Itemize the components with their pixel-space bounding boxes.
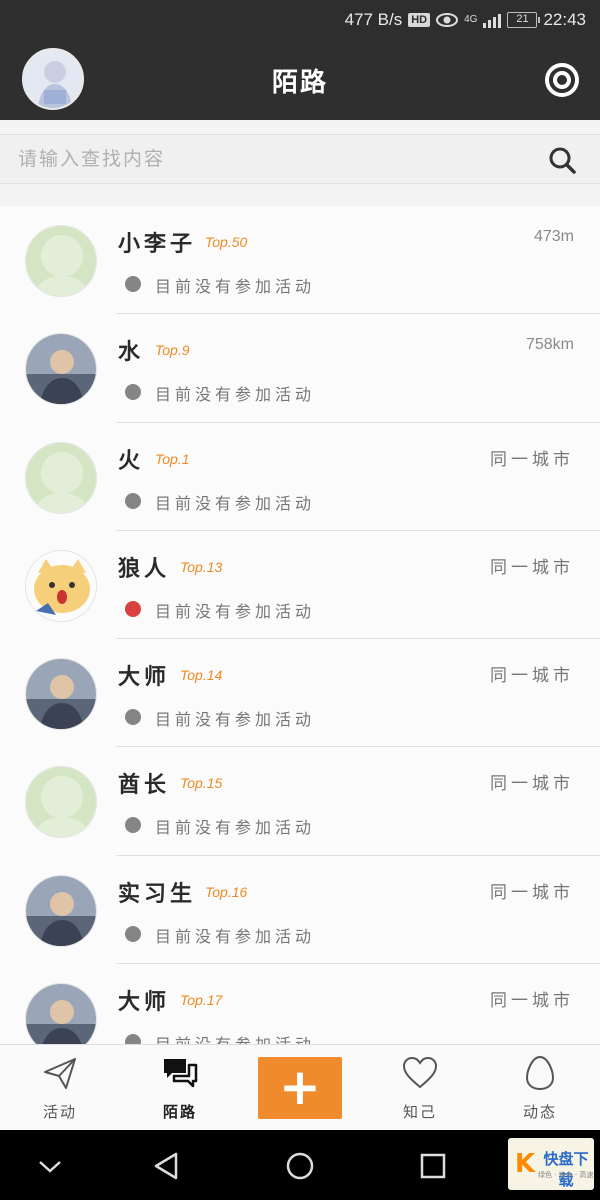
user-name: 火 bbox=[118, 447, 145, 474]
user-rank: Top.14 bbox=[180, 667, 223, 684]
status-indicators: 477 B/s HD 4G 21 22:43 bbox=[345, 0, 586, 40]
user-rank: Top.1 bbox=[155, 450, 190, 467]
user-distance: 同一城市 bbox=[490, 557, 574, 578]
user-rank: Top.15 bbox=[180, 775, 223, 792]
user-list-item[interactable]: 火 Top.1 同一城市目前没有参加活动 bbox=[0, 423, 600, 531]
search-icon[interactable] bbox=[548, 146, 576, 174]
user-name: 大师 bbox=[118, 989, 171, 1016]
back-triangle-icon[interactable] bbox=[149, 1148, 185, 1184]
tab-activity[interactable]: 活动 bbox=[0, 1045, 120, 1131]
user-name: 狼人 bbox=[118, 555, 171, 582]
egg-icon bbox=[525, 1055, 555, 1091]
home-circle-icon[interactable] bbox=[282, 1148, 318, 1184]
user-activity-status: 目前没有参加活动 bbox=[155, 277, 316, 296]
status-dot bbox=[125, 817, 141, 834]
user-avatar[interactable] bbox=[25, 658, 97, 731]
status-dot bbox=[125, 492, 141, 509]
status-dot bbox=[125, 925, 141, 942]
user-activity-status: 目前没有参加活动 bbox=[155, 601, 316, 621]
user-list-item[interactable]: 水 Top.9 758km 目前没有参加活动 bbox=[0, 314, 600, 423]
user-list-item[interactable]: 小李子 Top.50 473m 目前没有参加活动 bbox=[0, 206, 600, 315]
tab-activity-label: 活动 bbox=[42, 1103, 77, 1121]
signal-icon bbox=[483, 12, 502, 28]
app-header: 陌路 bbox=[0, 40, 600, 120]
user-rank: Top.50 bbox=[205, 234, 248, 250]
user-distance: 473m bbox=[533, 228, 574, 245]
user-rank: Top.9 bbox=[155, 342, 190, 359]
tab-friends[interactable]: 知己 bbox=[360, 1045, 480, 1131]
status-dot bbox=[125, 709, 141, 726]
search-input[interactable] bbox=[18, 135, 518, 183]
user-distance: 同一城市 bbox=[490, 666, 574, 687]
user-activity-status: 目前没有参加活动 bbox=[155, 493, 316, 513]
user-name: 实习生 bbox=[118, 880, 197, 907]
watermark-sub: 绿色 · 安全 · 高速 bbox=[538, 1171, 594, 1179]
tab-moments-label: 动态 bbox=[522, 1103, 557, 1121]
user-distance: 同一城市 bbox=[490, 991, 574, 1012]
user-activity-status: 目前没有参加活动 bbox=[155, 385, 316, 405]
user-name: 小李子 bbox=[118, 231, 197, 257]
bottom-nav: 活动 陌路 + 知己 动态 bbox=[0, 1044, 600, 1130]
user-avatar[interactable] bbox=[25, 874, 97, 947]
battery-icon: 21 bbox=[507, 12, 541, 28]
network-type: 4G bbox=[464, 14, 478, 25]
chevron-down-icon[interactable] bbox=[32, 1148, 68, 1184]
target-icon[interactable] bbox=[544, 62, 580, 98]
user-distance: 758km bbox=[525, 336, 574, 354]
user-list-item[interactable]: 狼人 Top.13 同一城市目前没有参加活动 bbox=[0, 531, 600, 640]
user-avatar[interactable] bbox=[25, 441, 97, 514]
user-avatar[interactable] bbox=[25, 549, 97, 622]
status-bar: 477 B/s HD 4G 21 22:43 bbox=[0, 0, 600, 40]
status-dot bbox=[125, 384, 141, 401]
clock: 22:43 bbox=[543, 10, 586, 29]
chat-bubbles-icon bbox=[164, 1059, 198, 1088]
user-list-item[interactable]: 实习生 Top.16 同一城市目前没有参加活动 bbox=[0, 856, 600, 965]
watermark-k-icon: K bbox=[514, 1149, 536, 1179]
user-activity-status: 目前没有参加活动 bbox=[155, 1031, 315, 1044]
user-activity-status: 目前没有参加活动 bbox=[155, 926, 316, 946]
eye-icon bbox=[436, 13, 459, 27]
user-rank: Top.16 bbox=[205, 883, 248, 900]
user-list-item[interactable]: 大师 Top.17 同一城市目前没有参加活动 bbox=[0, 964, 600, 1044]
add-button[interactable]: + bbox=[258, 1057, 342, 1119]
user-list-item[interactable]: 酋长 Top.15 同一城市目前没有参加活动 bbox=[0, 747, 600, 856]
user-activity-status: 目前没有参加活动 bbox=[155, 818, 316, 838]
user-name: 大师 bbox=[118, 664, 171, 691]
watermark-logo: K 快盘下载 绿色 · 安全 · 高速 bbox=[508, 1138, 594, 1190]
recents-square-icon[interactable] bbox=[415, 1148, 451, 1184]
user-list-item[interactable]: 大师 Top.14 同一城市目前没有参加活动 bbox=[0, 639, 600, 748]
user-rank: Top.17 bbox=[180, 992, 223, 1009]
tab-strangers-label: 陌路 bbox=[162, 1103, 197, 1121]
status-dot bbox=[125, 1034, 141, 1044]
user-name: 酋长 bbox=[118, 772, 171, 799]
user-avatar[interactable] bbox=[25, 766, 97, 839]
user-avatar[interactable] bbox=[25, 333, 97, 406]
search-bar bbox=[0, 134, 600, 184]
hd-badge: HD bbox=[408, 13, 431, 27]
status-dot bbox=[125, 276, 141, 292]
app-screen: 477 B/s HD 4G 21 22:43 陌路 请输入查找内容 小李子 To… bbox=[0, 0, 600, 1200]
heart-icon bbox=[402, 1056, 438, 1089]
user-rank: Top.13 bbox=[180, 558, 223, 575]
user-list: 小李子 Top.50 473m 目前没有参加活动水 Top.9 758km 目前没有参加活动… bbox=[0, 206, 600, 1044]
paper-plane-icon bbox=[44, 1058, 76, 1089]
network-speed: 477 B/s bbox=[344, 10, 403, 29]
tab-strangers[interactable]: 陌路 bbox=[120, 1045, 240, 1131]
page-title: 陌路 bbox=[271, 68, 328, 98]
user-distance: 同一城市 bbox=[490, 774, 574, 795]
user-distance: 同一城市 bbox=[490, 882, 574, 903]
status-dot bbox=[125, 600, 141, 617]
tab-friends-label: 知己 bbox=[402, 1103, 437, 1121]
user-activity-status: 目前没有参加活动 bbox=[155, 710, 316, 730]
user-distance: 同一城市 bbox=[490, 449, 574, 470]
user-name: 水 bbox=[118, 339, 145, 366]
user-avatar[interactable] bbox=[25, 225, 97, 297]
watermark-brand: 快盘下载 bbox=[543, 1150, 589, 1189]
user-avatar[interactable] bbox=[25, 983, 97, 1044]
tab-moments[interactable]: 动态 bbox=[480, 1045, 600, 1131]
